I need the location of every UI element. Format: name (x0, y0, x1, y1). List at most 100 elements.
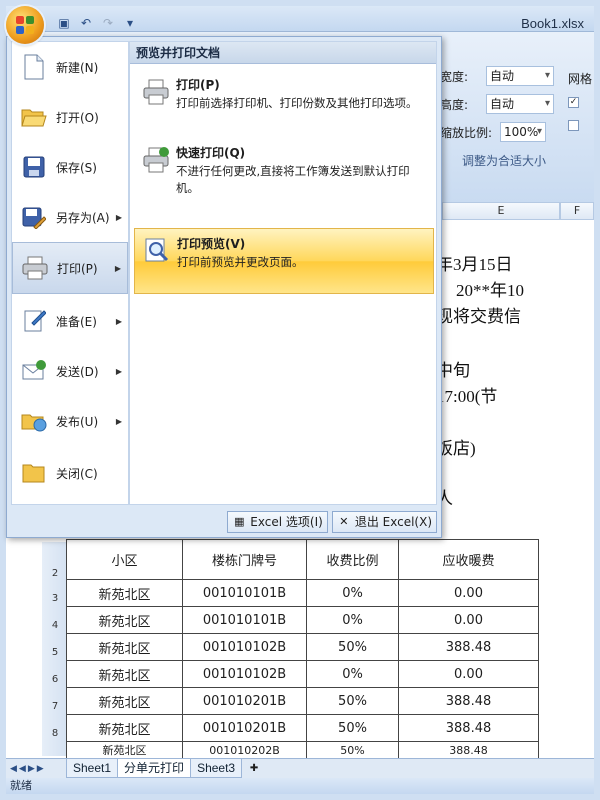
gridlines-label: 网格 (568, 72, 593, 86)
menu-item-label: 另存为(A) (56, 210, 110, 225)
row-number[interactable]: 7 (44, 701, 66, 712)
header-cell[interactable]: 应收暖费 (398, 539, 539, 580)
table-cell[interactable]: 50% (306, 741, 399, 759)
header-cell[interactable]: 收费比例 (306, 539, 399, 580)
table-cell[interactable]: 新苑北区 (66, 633, 183, 661)
row-number[interactable]: 3 (44, 593, 66, 604)
tab-nav-arrows-icon[interactable]: ◀◀▶▶ (6, 764, 66, 774)
send-icon (20, 357, 48, 385)
menu-item-save[interactable]: 保存(S) (12, 142, 128, 192)
table-cell[interactable]: 新苑北区 (66, 660, 183, 688)
table-cell[interactable]: 新苑北区 (66, 714, 183, 742)
print-checkbox[interactable] (568, 120, 579, 131)
height-dropdown[interactable]: 自动 (486, 94, 554, 114)
table-cell[interactable]: 新苑北区 (66, 606, 183, 634)
table-cell[interactable]: 新苑北区 (66, 687, 183, 715)
new-document-icon (20, 53, 48, 81)
table-cell[interactable]: 0.00 (398, 660, 539, 688)
save-disk-icon (20, 153, 48, 181)
menu-item-open[interactable]: 打开(O) (12, 92, 128, 142)
table-cell[interactable]: 001010102B (182, 660, 307, 688)
status-bar: 就绪 (6, 778, 594, 794)
tab-sheet1[interactable]: Sheet1 (66, 759, 119, 778)
menu-item-label: 关闭(C) (56, 466, 98, 481)
table-cell[interactable]: 001010202B (182, 741, 307, 759)
title-bar: ▣ ↶ ↷ ▾ Book1.xlsx (6, 6, 594, 32)
redo-icon[interactable]: ↷ (100, 15, 116, 31)
options-icon: ▦ (234, 515, 245, 528)
quick-access-toolbar: ▣ ↶ ↷ ▾ (56, 15, 138, 31)
header-cell[interactable]: 楼栋门牌号 (182, 539, 307, 580)
row-number[interactable]: 5 (44, 647, 66, 658)
submenu-arrow-icon: ▶ (115, 212, 122, 222)
submenu-item-print-preview[interactable]: 打印预览(V) 打印前预览并更改页面。 (134, 228, 434, 294)
menu-item-new[interactable]: 新建(N) (12, 42, 128, 92)
cell-text: 17:00(节 (436, 387, 498, 406)
exit-excel-label: 退出 Excel(X) (354, 515, 432, 529)
cell-text: 年3月15日 (436, 255, 513, 274)
view-checkbox[interactable]: ✓ (568, 97, 579, 108)
undo-icon[interactable]: ↶ (78, 15, 94, 31)
table-cell[interactable]: 50% (306, 633, 399, 661)
menu-item-publish[interactable]: 发布(U) ▶ (12, 396, 128, 446)
submenu-item-print[interactable]: 打印(P) 打印前选择打印机、打印份数及其他打印选项。 (134, 70, 434, 118)
customize-qat-icon[interactable]: ▾ (122, 15, 138, 31)
submenu-item-quick-print[interactable]: 快速打印(Q) 不进行任何更改,直接将工作簿发送到默认打印机。 (134, 138, 434, 203)
table-cell[interactable]: 388.48 (398, 633, 539, 661)
table-cell[interactable]: 001010102B (182, 633, 307, 661)
table-row: 新苑北区 001010202B 50% 388.48 (66, 741, 539, 759)
table-cell[interactable]: 新苑北区 (66, 579, 183, 607)
header-cell[interactable]: 小区 (66, 539, 183, 580)
menu-item-label: 打印(P) (57, 261, 98, 276)
table-cell[interactable]: 001010101B (182, 606, 307, 634)
height-label: 高度: (440, 97, 469, 112)
table-cell[interactable]: 001010201B (182, 714, 307, 742)
table-cell[interactable]: 001010201B (182, 687, 307, 715)
row-number[interactable]: 4 (44, 620, 66, 631)
menu-item-send[interactable]: 发送(D) ▶ (12, 346, 128, 396)
column-header-f[interactable]: F (560, 202, 594, 220)
menu-item-print[interactable]: 打印(P) ▶ (12, 242, 128, 294)
excel-options-label: Excel 选项(I) (250, 515, 323, 529)
table-row: 新苑北区 001010101B 0% 0.00 (66, 579, 539, 607)
table-header-row: 小区 楼栋门牌号 收费比例 应收暖费 (66, 539, 539, 580)
data-table: 小区 楼栋门牌号 收费比例 应收暖费 新苑北区 001010101B 0% 0.… (66, 539, 539, 759)
table-cell[interactable]: 0% (306, 660, 399, 688)
table-cell[interactable]: 388.48 (398, 714, 539, 742)
exit-excel-button[interactable]: ✕ 退出 Excel(X) (331, 511, 437, 533)
table-cell[interactable]: 388.48 (398, 687, 539, 715)
width-dropdown[interactable]: 自动 (486, 66, 554, 86)
submenu-item-desc: 打印前预览并更改页面。 (177, 255, 304, 269)
tab-sheet3[interactable]: Sheet3 (190, 759, 243, 778)
table-row: 新苑北区 001010201B 50% 388.48 (66, 687, 539, 715)
row-number[interactable]: 8 (44, 728, 66, 739)
column-header-e[interactable]: E (442, 202, 560, 220)
table-cell[interactable]: 50% (306, 687, 399, 715)
table-cell[interactable]: 0.00 (398, 606, 539, 634)
save-icon[interactable]: ▣ (56, 15, 72, 31)
tab-unit-print[interactable]: 分单元打印 (117, 759, 192, 778)
table-cell[interactable]: 388.48 (398, 741, 539, 759)
office-button[interactable] (6, 6, 44, 44)
sheet-tabs: ◀◀▶▶ Sheet1 分单元打印 Sheet3 ✚ (6, 758, 594, 778)
menu-item-save-as[interactable]: 另存为(A) ▶ (12, 192, 128, 242)
gridlines-group: 网格 ✓ (568, 62, 594, 182)
table-cell[interactable]: 50% (306, 714, 399, 742)
menu-item-close[interactable]: 关闭(C) (12, 448, 128, 498)
table-cell[interactable]: 0% (306, 606, 399, 634)
scale-spinner[interactable]: 100% (500, 122, 546, 142)
table-cell[interactable]: 新苑北区 (66, 741, 183, 759)
scale-label: 缩放比例: (440, 125, 493, 140)
menu-item-label: 发送(D) (56, 364, 99, 379)
table-cell[interactable]: 001010101B (182, 579, 307, 607)
row-number[interactable]: 6 (44, 674, 66, 685)
save-as-icon (20, 203, 48, 231)
insert-sheet-icon[interactable]: ✚ (245, 761, 263, 777)
table-cell[interactable]: 0.00 (398, 579, 539, 607)
excel-options-button[interactable]: ▦ Excel 选项(I) (227, 511, 328, 533)
submenu-arrow-icon: ▶ (115, 366, 122, 376)
table-cell[interactable]: 0% (306, 579, 399, 607)
row-number[interactable]: 2 (44, 568, 66, 579)
menu-command-list: 新建(N) 打开(O) 保存(S) 另存为(A) ▶ 打印(P) ▶ 准备(E)… (11, 41, 129, 505)
menu-item-prepare[interactable]: 准备(E) ▶ (12, 296, 128, 346)
